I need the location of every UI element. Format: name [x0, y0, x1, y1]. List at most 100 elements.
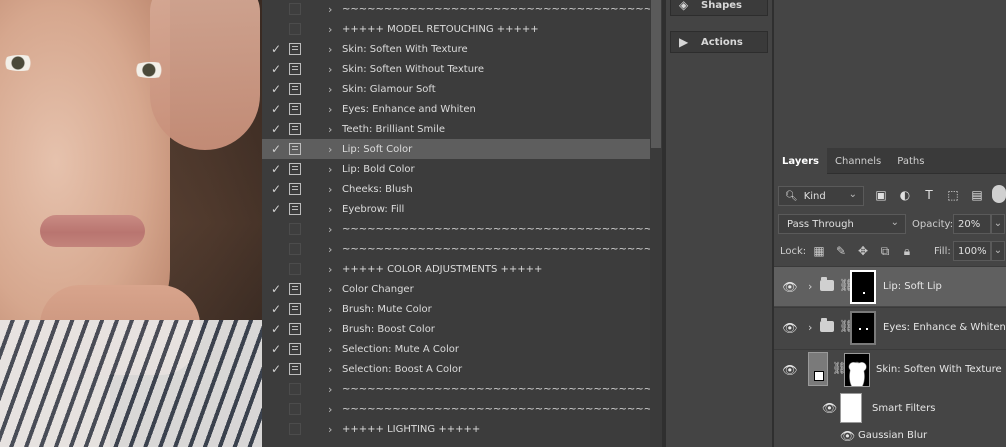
empty-toggle-box[interactable]	[289, 3, 301, 15]
chevron-right-icon[interactable]: ›	[328, 363, 332, 376]
chevron-right-icon[interactable]: ›	[328, 343, 332, 356]
chevron-right-icon[interactable]: ›	[328, 203, 332, 216]
chevron-right-icon[interactable]: ›	[328, 323, 332, 336]
chevron-right-icon[interactable]: ›	[808, 321, 812, 334]
dialog-toggle-icon[interactable]	[289, 83, 301, 95]
dialog-toggle-icon[interactable]	[289, 343, 301, 355]
checkmark-icon[interactable]: ✓	[269, 142, 283, 156]
action-row[interactable]: ✓ › Brush: Mute Color	[262, 299, 650, 319]
layer-row[interactable]: 👁︎ › ⛓︎ Lip: Soft Lip	[774, 266, 1006, 306]
chevron-right-icon[interactable]: ›	[328, 183, 332, 196]
chevron-right-icon[interactable]: ›	[328, 43, 332, 56]
chevron-right-icon[interactable]: ›	[328, 23, 332, 36]
smart-object-thumbnail[interactable]	[808, 352, 828, 386]
dialog-toggle-icon[interactable]	[289, 183, 301, 195]
opacity-input[interactable]: 20%	[953, 214, 991, 234]
checkmark-icon[interactable]: ✓	[269, 102, 283, 116]
action-row[interactable]: › ~~~~~~~~~~~~~~~~~~~~~~~~~~~~~~~~~~~~~~~…	[262, 219, 677, 239]
lock-transparent-icon[interactable]: ▦	[812, 244, 826, 258]
smart-filters-row[interactable]: 👁︎ Smart Filters	[774, 391, 1006, 425]
chevron-right-icon[interactable]: ›	[328, 303, 332, 316]
action-row[interactable]: ✓ › Skin: Glamour Soft	[262, 79, 650, 99]
action-row[interactable]: ✓ › Lip: Bold Color	[262, 159, 650, 179]
dialog-toggle-icon[interactable]	[289, 63, 301, 75]
chevron-right-icon[interactable]: ›	[328, 223, 332, 236]
empty-toggle-box[interactable]	[289, 403, 301, 415]
lock-paint-icon[interactable]: ✎	[834, 244, 848, 258]
adjustment-filter-icon[interactable]: ◐	[898, 188, 912, 202]
layer-mask-thumbnail[interactable]	[850, 270, 876, 304]
empty-toggle-box[interactable]	[289, 383, 301, 395]
checkmark-icon[interactable]: ✓	[269, 282, 283, 296]
action-row[interactable]: ✓ › Selection: Mute A Color	[262, 339, 650, 359]
layer-row[interactable]: 👁︎ › ⛓︎ Eyes: Enhance & Whiten	[774, 307, 1006, 347]
checkmark-icon[interactable]: ✓	[269, 302, 283, 316]
kind-filter-select[interactable]: 🔍︎ Kind ⌄	[778, 186, 864, 206]
eye-icon[interactable]: 👁︎	[822, 401, 837, 415]
shapes-panel-button[interactable]: ◈ Shapes	[670, 0, 768, 16]
tab-channels[interactable]: Channels	[827, 148, 889, 174]
chevron-right-icon[interactable]: ›	[328, 143, 332, 156]
chevron-right-icon[interactable]: ›	[808, 280, 812, 293]
empty-toggle-box[interactable]	[289, 263, 301, 275]
chevron-right-icon[interactable]: ›	[328, 63, 332, 76]
chevron-right-icon[interactable]: ›	[328, 163, 332, 176]
layer-row[interactable]: 👁︎ ⛓︎ Skin: Soften With Texture	[774, 349, 1006, 389]
dialog-toggle-icon[interactable]	[289, 123, 301, 135]
opacity-dropdown-button[interactable]: ⌄	[991, 214, 1005, 234]
checkmark-icon[interactable]: ✓	[269, 362, 283, 376]
dialog-toggle-icon[interactable]	[289, 103, 301, 115]
empty-toggle-box[interactable]	[289, 243, 301, 255]
action-row[interactable]: ✓ › Cheeks: Blush	[262, 179, 650, 199]
action-row[interactable]: › ~~~~~~~~~~~~~~~~~~~~~~~~~~~~~~~~~~~~~~~…	[262, 399, 677, 419]
chevron-right-icon[interactable]: ›	[328, 243, 332, 256]
image-filter-icon[interactable]: ▣	[874, 188, 888, 202]
chevron-right-icon[interactable]: ›	[328, 263, 332, 276]
chevron-right-icon[interactable]: ›	[328, 283, 332, 296]
type-filter-icon[interactable]: T	[922, 188, 936, 202]
checkmark-icon[interactable]: ✓	[269, 82, 283, 96]
action-row[interactable]: › ~~~~~~~~~~~~~~~~~~~~~~~~~~~~~~~~~~~~~~~…	[262, 239, 677, 259]
chevron-right-icon[interactable]: ›	[328, 83, 332, 96]
action-row[interactable]: › +++++ COLOR ADJUSTMENTS +++++	[262, 259, 650, 279]
smart-filter-mask-thumbnail[interactable]	[840, 393, 862, 423]
action-row[interactable]: ✓ › Teeth: Brilliant Smile	[262, 119, 650, 139]
actions-panel-button[interactable]: ▶ Actions	[670, 31, 768, 53]
action-row[interactable]: ✓ › Eyes: Enhance and Whiten	[262, 99, 650, 119]
chevron-right-icon[interactable]: ›	[328, 423, 332, 436]
chevron-right-icon[interactable]: ›	[328, 403, 332, 416]
dialog-toggle-icon[interactable]	[289, 323, 301, 335]
checkmark-icon[interactable]: ✓	[269, 202, 283, 216]
eye-icon[interactable]: 👁︎	[782, 320, 798, 336]
filter-toggle[interactable]	[992, 185, 1006, 203]
action-row[interactable]: ✓ › Skin: Soften Without Texture	[262, 59, 650, 79]
blend-mode-select[interactable]: Pass Through ⌄	[778, 214, 906, 234]
filter-row[interactable]: 👁︎ Gaussian Blur	[774, 426, 1006, 446]
checkmark-icon[interactable]: ✓	[269, 342, 283, 356]
action-row[interactable]: ✓ › Eyebrow: Fill	[262, 199, 650, 219]
layer-mask-thumbnail[interactable]	[844, 353, 870, 387]
tab-layers[interactable]: Layers	[774, 148, 827, 174]
action-row[interactable]: › +++++ LIGHTING +++++	[262, 419, 650, 439]
dialog-toggle-icon[interactable]	[289, 303, 301, 315]
eye-icon[interactable]: 👁︎	[840, 429, 855, 443]
checkmark-icon[interactable]: ✓	[269, 322, 283, 336]
dialog-toggle-icon[interactable]	[289, 163, 301, 175]
empty-toggle-box[interactable]	[289, 423, 301, 435]
dialog-toggle-icon[interactable]	[289, 203, 301, 215]
shape-filter-icon[interactable]: ⬚	[946, 188, 960, 202]
eye-icon[interactable]: 👁︎	[782, 279, 798, 295]
action-row[interactable]: ✓ › Color Changer	[262, 279, 650, 299]
dialog-toggle-icon[interactable]	[289, 43, 301, 55]
fill-dropdown-button[interactable]: ⌄	[991, 241, 1005, 261]
action-row[interactable]: ✓ › Selection: Boost A Color	[262, 359, 650, 379]
action-row[interactable]: › +++++ MODEL RETOUCHING +++++	[262, 19, 650, 39]
fill-input[interactable]: 100%	[953, 241, 991, 261]
checkmark-icon[interactable]: ✓	[269, 182, 283, 196]
chevron-right-icon[interactable]: ›	[328, 3, 332, 16]
layer-mask-thumbnail[interactable]	[850, 311, 876, 345]
action-row[interactable]: ✓ › Lip: Soft Color	[262, 139, 650, 159]
chevron-right-icon[interactable]: ›	[328, 103, 332, 116]
lock-all-icon[interactable]: 🔒︎	[900, 244, 914, 258]
dialog-toggle-icon[interactable]	[289, 283, 301, 295]
